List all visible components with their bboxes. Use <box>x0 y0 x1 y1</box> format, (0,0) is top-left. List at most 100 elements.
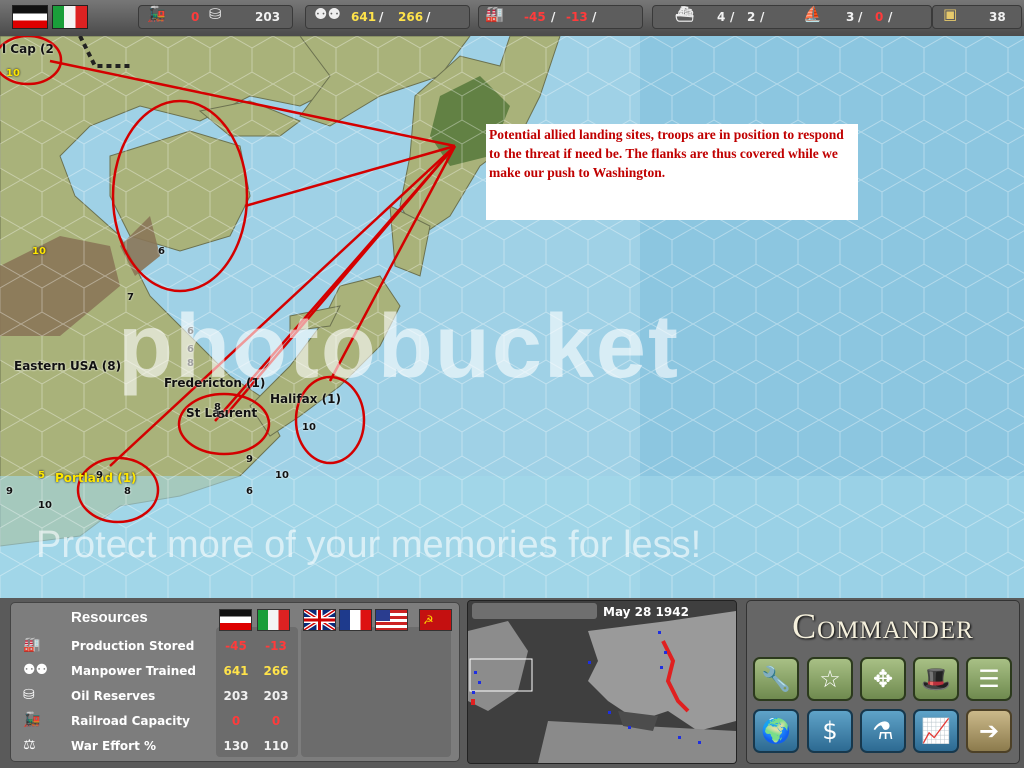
globe-icon: 🌍 <box>761 717 791 745</box>
unit-strength[interactable]: 9 <box>6 486 13 497</box>
top-oil-value: 203 <box>255 10 281 24</box>
germany-flag-tab[interactable] <box>12 5 48 29</box>
end-turn-button[interactable]: ➔ <box>966 709 1012 753</box>
row-label: Railroad Capacity <box>71 714 190 728</box>
move-button[interactable]: ✥ <box>860 657 906 701</box>
top-ships-it: 2 <box>747 10 756 24</box>
slash: / <box>592 10 597 24</box>
manpower-trained-row: ⚉⚉ Manpower Trained 641 266 <box>11 662 459 684</box>
unit-strength[interactable]: 5 <box>38 470 45 481</box>
unit-strength[interactable]: 10 <box>302 422 316 433</box>
submarine-icon: ⛵ <box>803 5 822 23</box>
wrench-button[interactable]: 🔧 <box>753 657 799 701</box>
unit-strength[interactable]: 10 <box>275 470 289 481</box>
top-production-it: -13 <box>566 10 588 24</box>
row-label: War Effort % <box>71 739 157 753</box>
minimap-filter-icons[interactable] <box>472 603 597 619</box>
row-label: Oil Reserves <box>71 689 156 703</box>
top-ships-de: 4 <box>717 10 726 24</box>
unit-strength[interactable]: 8 <box>124 486 131 497</box>
top-manpower-it: 266 <box>398 10 424 24</box>
italy-value: 110 <box>263 739 289 753</box>
slash: / <box>379 10 384 24</box>
unit-strength[interactable]: 6 <box>246 486 253 497</box>
italy-value: 266 <box>263 664 289 678</box>
commander-panel: Commander 🔧 ☆ ✥ 🎩 ☰ 🌍 $ ⚗ 📈 ➔ <box>746 600 1020 764</box>
unit-strength[interactable]: 9 <box>96 470 103 481</box>
bottom-panel: Resources ☭ 🏭 Production Stored -45 -13 … <box>0 598 1024 768</box>
locomotive-icon: 🚂 <box>147 5 166 23</box>
charts-button[interactable]: 📈 <box>913 709 959 753</box>
unit-strength[interactable]: 9 <box>246 454 253 465</box>
strategic-map[interactable]: l Cap (2 Eastern USA (8) Fredericton (1)… <box>0 36 1024 598</box>
factory-icon: 🏭 <box>23 637 41 653</box>
italy-flag-icon <box>257 609 290 631</box>
scales-icon: ⚖ <box>23 737 36 753</box>
promote-button[interactable]: ☆ <box>807 657 853 701</box>
top-war-chest-value: 38 <box>989 10 1006 24</box>
annotation-callout: Potential allied landing sites, troops a… <box>486 124 858 220</box>
unit-strength[interactable]: 10 <box>38 500 52 511</box>
germany-value: -45 <box>225 639 247 653</box>
war-chest-icon: ▣ <box>943 5 958 23</box>
top-resource-bar: 🚂 0 ⛁ 203 ⚉⚉ 641 / 266 / 🏭 -45 / -13 / ⛴… <box>0 0 1024 37</box>
unit-strength[interactable]: 6 <box>158 246 165 257</box>
germany-value: 0 <box>231 714 241 728</box>
war-effort-row: ⚖ War Effort % 130 110 <box>11 737 459 759</box>
minimap[interactable]: May 28 1942 <box>467 600 737 764</box>
list-icon: ☰ <box>978 665 1000 693</box>
slash: / <box>730 10 735 24</box>
right-arrow-icon: ➔ <box>978 717 1000 745</box>
top-hat-icon: 🎩 <box>921 665 951 693</box>
france-flag-icon <box>339 609 372 631</box>
locomotive-icon: 🚂 <box>23 712 41 728</box>
germany-value: 641 <box>223 664 249 678</box>
top-subs-it: 0 <box>875 10 884 24</box>
navy-pill: ⛴ 4 / 2 / ⛵ 3 / 0 / <box>652 5 932 29</box>
diplomacy-button[interactable]: 🎩 <box>913 657 959 701</box>
unit-strength[interactable]: 10 <box>32 246 46 257</box>
reports-button[interactable]: ☰ <box>966 657 1012 701</box>
usa-flag-icon <box>375 609 408 631</box>
line-chart-icon: 📈 <box>921 717 951 745</box>
map-label-eastern-usa[interactable]: Eastern USA (8) <box>14 359 121 373</box>
factory-icon: 🏭 <box>485 5 504 23</box>
top-subs-de: 3 <box>846 10 855 24</box>
move-arrows-icon: ✥ <box>872 665 894 693</box>
italy-flag-tab[interactable] <box>52 5 88 29</box>
purchase-button[interactable]: $ <box>807 709 853 753</box>
wrench-icon: 🔧 <box>761 665 791 693</box>
minimap-terrain <box>468 601 736 763</box>
top-rail-value: 0 <box>191 10 200 24</box>
map-label-cap[interactable]: l Cap (2 <box>2 42 54 56</box>
oil-reserves-row: ⛁ Oil Reserves 203 203 <box>11 687 459 709</box>
unit-strength[interactable]: 5 <box>218 410 225 421</box>
germany-value: 203 <box>223 689 249 703</box>
research-button[interactable]: ⚗ <box>860 709 906 753</box>
soldiers-icon: ⚉⚉ <box>23 662 49 678</box>
uk-flag-icon <box>302 608 337 632</box>
unit-strength[interactable]: 10 <box>6 68 20 79</box>
italy-value: 203 <box>263 689 289 703</box>
rail-oil-pill: 🚂 0 ⛁ 203 <box>138 5 293 29</box>
slash: / <box>760 10 765 24</box>
ussr-flag-icon: ☭ <box>419 609 452 631</box>
globe-button[interactable]: 🌍 <box>753 709 799 753</box>
watermark-slogan: Protect more of your memories for less! <box>36 524 702 566</box>
oil-barrels-icon: ⛁ <box>23 687 35 703</box>
slash: / <box>426 10 431 24</box>
commander-logo: Commander <box>792 606 974 646</box>
production-stored-row: 🏭 Production Stored -45 -13 <box>11 637 459 659</box>
railroad-capacity-row: 🚂 Railroad Capacity 0 0 <box>11 712 459 734</box>
oil-barrels-icon: ⛁ <box>209 5 222 23</box>
photobucket-watermark: photobucket <box>118 297 680 397</box>
italy-value: 0 <box>271 714 281 728</box>
top-manpower-de: 641 <box>351 10 377 24</box>
top-production-de: -45 <box>524 10 546 24</box>
production-pill: 🏭 -45 / -13 / <box>478 5 643 29</box>
dollar-icon: $ <box>822 717 838 745</box>
resources-panel: Resources ☭ 🏭 Production Stored -45 -13 … <box>10 602 460 762</box>
manpower-pill: ⚉⚉ 641 / 266 / <box>305 5 470 29</box>
slash: / <box>888 10 893 24</box>
italy-value: -13 <box>265 639 287 653</box>
